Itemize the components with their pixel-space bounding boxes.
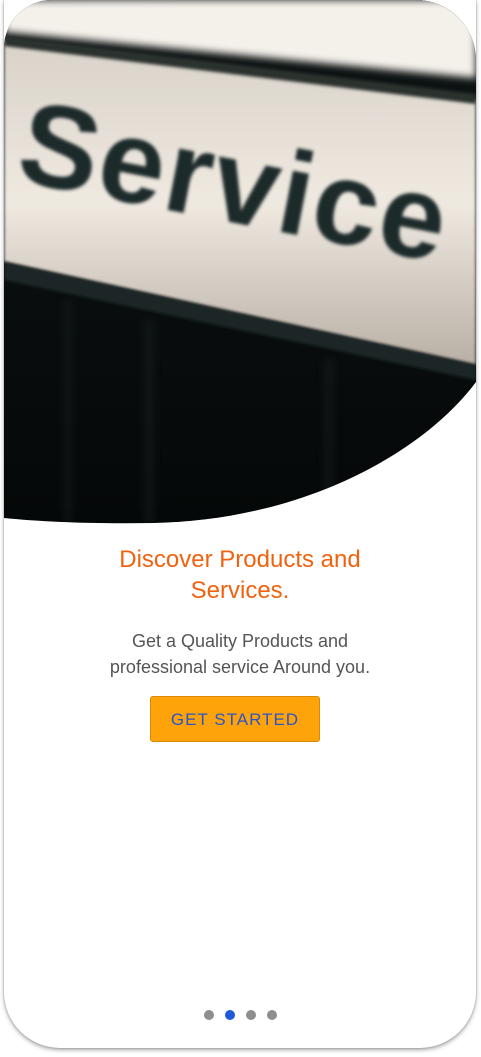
onboarding-screen: Service Discover Products and Services. … [4, 0, 476, 1048]
onboarding-title: Discover Products and Services. [4, 544, 476, 606]
get-started-button[interactable]: GET STARTED [150, 696, 320, 742]
page-indicator [4, 1010, 476, 1022]
title-line-1: Discover Products and [119, 546, 361, 573]
subtitle-line-2: professional service Around you. [109, 657, 371, 677]
page-dot-3[interactable] [245, 1010, 256, 1020]
page-dot-1[interactable] [203, 1010, 214, 1020]
hero-image: Service [4, 0, 476, 524]
onboarding-subtitle: Get a Quality Products and professional … [4, 628, 476, 680]
page-dot-4[interactable] [266, 1010, 277, 1020]
title-line-2: Services. [190, 577, 290, 604]
subtitle-line-1: Get a Quality Products and [131, 631, 349, 651]
page-dot-2-active[interactable] [224, 1010, 235, 1020]
